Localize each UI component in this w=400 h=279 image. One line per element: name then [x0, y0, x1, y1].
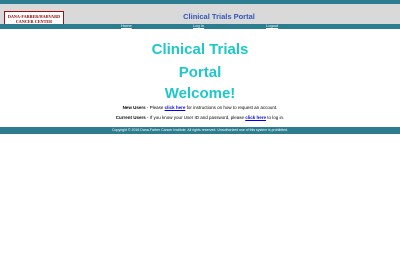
portal-title: Clinical Trials Portal [183, 12, 255, 21]
nav-login-link[interactable]: Log In [193, 23, 204, 29]
current-users-post: to log in. [266, 115, 285, 120]
new-users-click-here-link[interactable]: click here [165, 105, 186, 110]
current-users-message: Current Users - If you know your User ID… [0, 115, 400, 121]
current-users-label: Current Users [115, 115, 146, 120]
current-users-click-here-link[interactable]: click here [245, 115, 266, 120]
new-users-post: for instructions on how to request an ac… [185, 105, 278, 110]
current-users-pre: - If you know your User ID and password,… [145, 115, 246, 120]
nav-home-link[interactable]: Home [121, 23, 132, 29]
headline-clinical-trials: Clinical Trials [151, 41, 249, 58]
headline-welcome: Welcome! [164, 85, 236, 102]
nav-logout-link[interactable]: Logout [266, 23, 278, 29]
new-users-label: New Users [122, 105, 146, 110]
new-users-pre: - Please [145, 105, 165, 110]
new-users-message: New Users - Please click here for instru… [0, 105, 400, 111]
footer-copyright: Copyright © 2016 Dana-Farber Cancer Inst… [0, 127, 400, 134]
header-bar: DANA-FARBER/HARVARD CANCER CENTER Clinic… [0, 4, 400, 26]
headline-portal: Portal [178, 64, 222, 81]
nav-bar: Home Log In Logout [0, 23, 400, 29]
